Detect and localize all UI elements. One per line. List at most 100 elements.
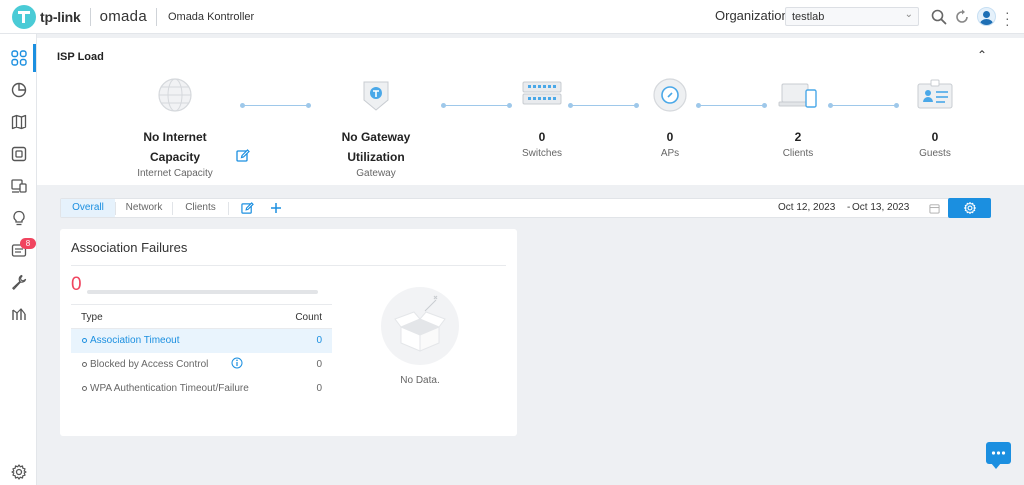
empty-box-icon bbox=[381, 287, 459, 365]
failure-type: Association Timeout bbox=[90, 335, 180, 346]
clients-laptop-icon bbox=[778, 83, 817, 108]
isp-node-label: Clients bbox=[782, 148, 814, 159]
legend-dot-icon bbox=[82, 386, 87, 391]
calendar-icon[interactable] bbox=[929, 203, 940, 214]
isp-load-title: ISP Load bbox=[57, 51, 104, 63]
failure-type: WPA Authentication Timeout/Failure bbox=[90, 383, 249, 394]
dashboard-settings-button[interactable] bbox=[948, 198, 991, 218]
tab-clients[interactable]: Clients bbox=[173, 199, 228, 217]
association-failures-title: Association Failures bbox=[71, 240, 188, 255]
add-tab-icon[interactable] bbox=[270, 202, 282, 214]
device-icon bbox=[11, 146, 26, 162]
top-bar: tp-link omada Omada Kontroller Organizat… bbox=[0, 0, 1024, 34]
sidebar-item-reports[interactable] bbox=[0, 298, 37, 330]
isp-node-value: 2 bbox=[794, 130, 802, 144]
association-failures-bar bbox=[87, 290, 318, 294]
isp-node-label: Gateway bbox=[356, 168, 396, 179]
sidebar-item-logs[interactable]: 8 bbox=[0, 234, 37, 266]
sidebar-item-statistics[interactable] bbox=[0, 74, 37, 106]
no-data-text: No Data. bbox=[400, 375, 440, 386]
pie-chart-icon bbox=[11, 82, 26, 98]
sidebar-item-dashboard[interactable] bbox=[0, 42, 37, 74]
table-header: Type Count bbox=[71, 304, 332, 329]
isp-node-value: 0 bbox=[666, 130, 674, 144]
chat-dots-icon bbox=[991, 451, 1006, 455]
card-divider bbox=[71, 265, 506, 266]
no-data-placeholder: No Data. bbox=[380, 287, 460, 386]
table-row[interactable]: Blocked by Access Control 0 bbox=[71, 353, 332, 377]
guest-badge-icon bbox=[917, 79, 953, 109]
sidebar-item-insights[interactable] bbox=[0, 202, 37, 234]
isp-load-card: ISP Load ⌃ No Internet Capacity Internet… bbox=[37, 38, 1024, 185]
table-row[interactable]: Association Timeout 0 bbox=[71, 329, 332, 353]
tp-link-logo-icon bbox=[12, 4, 36, 29]
sidebar-item-tools[interactable] bbox=[0, 266, 37, 298]
report-chart-icon bbox=[11, 308, 26, 320]
user-avatar-icon[interactable] bbox=[977, 7, 996, 26]
tab-overall[interactable]: Overall bbox=[61, 199, 115, 217]
isp-node-switches: 0 Switches bbox=[497, 76, 587, 159]
failure-type: Blocked by Access Control bbox=[90, 359, 209, 370]
association-failures-card: Association Failures 0 Type Count Associ… bbox=[60, 229, 517, 436]
organization-label: Organization: bbox=[715, 8, 793, 23]
isp-node-clients: 2 Clients bbox=[753, 76, 843, 159]
date-range-separator: - bbox=[847, 202, 851, 213]
isp-node-label: Guests bbox=[919, 148, 951, 159]
date-range-end[interactable]: Oct 13, 2023 bbox=[852, 202, 909, 213]
legend-dot-icon bbox=[82, 362, 87, 367]
globe-icon bbox=[158, 78, 192, 112]
sidebar-item-clients[interactable] bbox=[0, 170, 37, 202]
map-icon bbox=[11, 114, 26, 130]
organization-value: testlab bbox=[792, 11, 825, 23]
gateway-icon bbox=[363, 81, 389, 111]
switch-icon bbox=[522, 81, 562, 105]
dashboard-grid-icon bbox=[10, 50, 27, 66]
association-failures-table: Type Count Association Timeout 0 Blocked… bbox=[71, 304, 332, 401]
isp-node-value: No Internet Capacity bbox=[143, 130, 207, 164]
wrench-icon bbox=[11, 274, 26, 290]
isp-node-gateway: No Gateway Utilization Gateway bbox=[326, 76, 426, 179]
organization-select[interactable]: testlab ⌄ bbox=[785, 7, 919, 26]
sidebar-item-settings[interactable] bbox=[0, 456, 37, 485]
failure-count: 0 bbox=[316, 335, 322, 346]
sidebar-item-map[interactable] bbox=[0, 106, 37, 138]
association-failures-total: 0 bbox=[71, 274, 82, 295]
gear-icon bbox=[963, 202, 976, 214]
edit-capacity-icon[interactable] bbox=[236, 149, 250, 163]
connector-line bbox=[240, 103, 311, 108]
isp-node-internet: No Internet Capacity Internet Capacity bbox=[125, 76, 225, 179]
failure-count: 0 bbox=[316, 383, 322, 394]
edit-tab-icon[interactable] bbox=[241, 202, 254, 215]
table-row[interactable]: WPA Authentication Timeout/Failure 0 bbox=[71, 377, 332, 401]
chat-support-button[interactable] bbox=[986, 442, 1011, 469]
dashboard-tabs-bar: Overall Network Clients Oct 12, 2023 - O… bbox=[60, 198, 991, 218]
lightbulb-icon bbox=[12, 210, 25, 226]
brand-divider bbox=[89, 7, 91, 26]
chevron-down-icon: ⌄ bbox=[904, 9, 913, 20]
app-name: Omada Kontroller bbox=[167, 10, 255, 23]
isp-node-value: No Gateway Utilization bbox=[341, 130, 411, 164]
more-options-icon[interactable]: · · · bbox=[1005, 5, 1010, 31]
isp-node-value: 0 bbox=[538, 130, 546, 144]
failure-count: 0 bbox=[316, 359, 322, 370]
isp-node-label: Internet Capacity bbox=[137, 168, 213, 179]
column-type: Type bbox=[81, 312, 103, 323]
sidebar: 8 bbox=[0, 34, 37, 485]
refresh-icon[interactable] bbox=[953, 8, 971, 26]
info-icon[interactable] bbox=[231, 357, 243, 369]
brand-product: omada bbox=[99, 8, 147, 25]
date-range-start[interactable]: Oct 12, 2023 bbox=[778, 202, 835, 213]
search-icon[interactable] bbox=[930, 8, 948, 26]
brand-company: tp-link bbox=[40, 8, 81, 25]
brand[interactable]: tp-link omada Omada Kontroller bbox=[12, 0, 254, 34]
tab-network[interactable]: Network bbox=[116, 199, 172, 217]
brand-divider bbox=[155, 7, 157, 26]
column-count: Count bbox=[295, 312, 322, 323]
sidebar-item-devices[interactable] bbox=[0, 138, 37, 170]
connector-line bbox=[828, 103, 899, 108]
collapse-chevron-up-icon[interactable]: ⌃ bbox=[977, 48, 987, 62]
isp-node-aps: 0 APs bbox=[625, 76, 715, 159]
isp-node-label: Switches bbox=[521, 148, 562, 159]
isp-node-value: 0 bbox=[931, 130, 939, 144]
legend-dot-icon bbox=[82, 338, 87, 343]
